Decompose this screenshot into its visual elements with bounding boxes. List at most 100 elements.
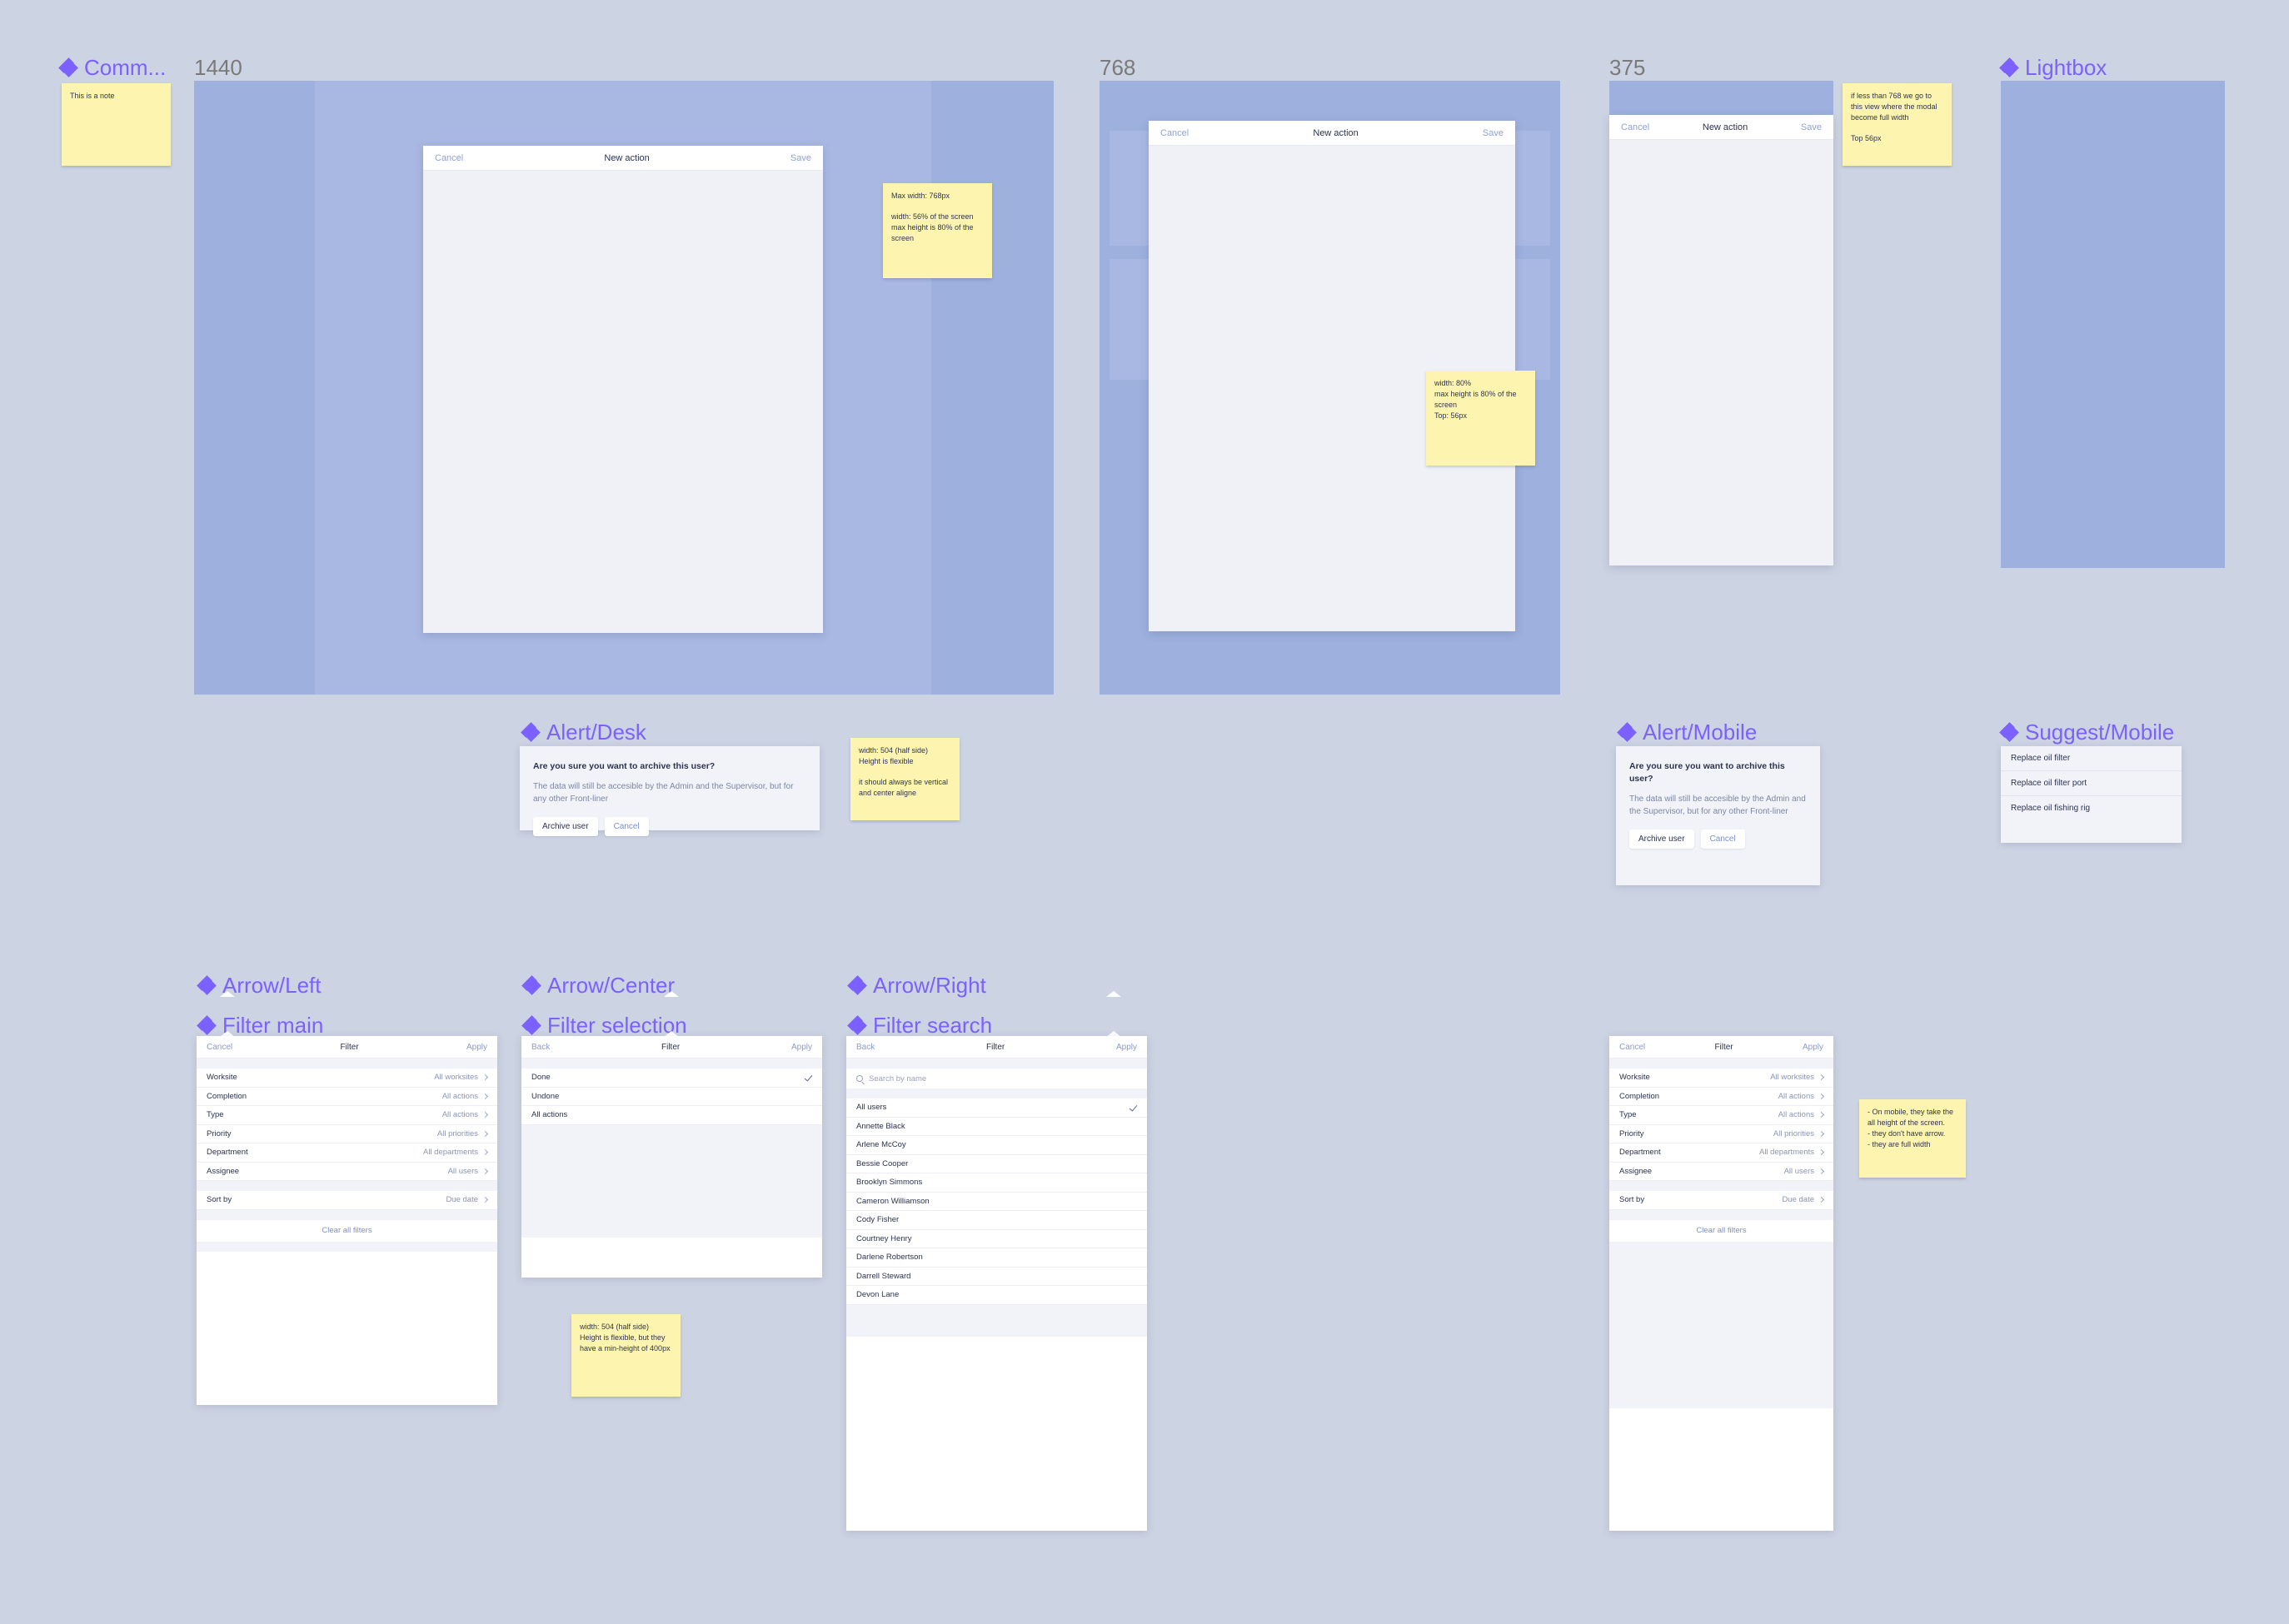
filter-apply-button[interactable]: Apply [1803,1043,1823,1052]
modal-new-action-mobile[interactable]: Cancel New action Save [1609,115,1833,565]
panel-empty-area [521,1124,822,1238]
sticky-note-tablet-modal[interactable]: width: 80% max height is 80% of the scre… [1426,371,1535,466]
option-label: Done [531,1073,551,1083]
filter-search-panel[interactable]: Back Filter Apply Search by name All use… [846,1036,1147,1531]
filter-selection-panel[interactable]: Back Filter Apply Done Undone All action… [521,1036,822,1278]
list-item[interactable]: Replace oil filter port [2001,771,2182,796]
option-row-done[interactable]: Done [521,1069,822,1088]
component-label-comment[interactable]: Comm... [58,57,166,78]
list-item[interactable]: Arlene McCoy [846,1136,1147,1155]
figma-component-icon [197,975,217,995]
list-item[interactable]: Courtney Henry [846,1229,1147,1248]
archive-user-button[interactable]: Archive user [1629,829,1694,849]
list-item[interactable]: Annette Black [846,1117,1147,1136]
modal-cancel-button[interactable]: Cancel [435,153,463,163]
filter-row-label: Completion [1619,1091,1660,1101]
filter-row-priority[interactable]: Priority All priorities [197,1124,497,1143]
list-item[interactable]: Cameron Williamson [846,1192,1147,1211]
filter-row-worksite[interactable]: Worksite All worksites [1609,1069,1833,1088]
filter-row-worksite[interactable]: Worksite All worksites [197,1069,497,1088]
filter-row-completion[interactable]: Completion All actions [1609,1087,1833,1106]
panel-header: Back Filter Apply [846,1036,1147,1059]
filter-row-assignee[interactable]: Assignee All users [197,1162,497,1181]
sticky-note-filter[interactable]: width: 504 (half side) Height is flexibl… [571,1314,681,1397]
filter-row-type[interactable]: Type All actions [1609,1106,1833,1125]
component-label-arrow-center[interactable]: Arrow/Center [521,973,676,998]
sticky-note-mobile-filter[interactable]: - On mobile, they take the all height of… [1859,1099,1966,1178]
option-label: All actions [531,1110,568,1120]
list-item[interactable]: Darrell Steward [846,1267,1147,1286]
note-line: max height is 80% of the screen [891,223,974,243]
note-line: width: 56% of the screen [891,212,974,222]
modal-cancel-button[interactable]: Cancel [1160,128,1189,138]
modal-header: Cancel New action Save [1149,121,1515,146]
list-item[interactable]: Darlene Robertson [846,1248,1147,1268]
panel-spacer [846,1059,1147,1069]
alert-dialog-mobile[interactable]: Are you sure you want to archive this us… [1616,746,1820,885]
check-icon [805,1074,812,1081]
search-input[interactable]: Search by name [846,1069,1147,1088]
check-icon [1130,1104,1137,1111]
component-label-alert-mobile[interactable]: Alert/Mobile [1617,721,1757,743]
component-label-suggest-mobile[interactable]: Suggest/Mobile [1999,721,2174,743]
filter-row-completion[interactable]: Completion All actions [197,1087,497,1106]
filter-row-value: All worksites [1770,1073,1814,1083]
option-row-undone[interactable]: Undone [521,1087,822,1106]
component-label-arrow-left[interactable]: Arrow/Left [197,974,322,996]
filter-row-department[interactable]: Department All departments [1609,1143,1833,1163]
filter-apply-button[interactable]: Apply [1116,1043,1137,1052]
chevron-right-icon [1818,1149,1825,1156]
filter-row-sort-by[interactable]: Sort by Due date [1609,1191,1833,1210]
alert-cancel-button[interactable]: Cancel [604,817,649,837]
list-item[interactable]: Cody Fisher [846,1211,1147,1230]
chevron-right-icon [1818,1168,1825,1174]
filter-cancel-button[interactable]: Cancel [1619,1043,1645,1052]
filter-main-panel[interactable]: Cancel Filter Apply Worksite All worksit… [197,1036,497,1405]
list-item[interactable]: Bessie Cooper [846,1154,1147,1173]
sticky-note-alert[interactable]: width: 504 (half side) Height is flexibl… [850,738,960,820]
filter-row-type[interactable]: Type All actions [197,1106,497,1125]
component-label-filter-search[interactable]: Filter search [847,1014,992,1036]
frame-name-768: 768 [1100,55,1136,80]
alert-cancel-button[interactable]: Cancel [1700,829,1745,849]
component-label-filter-main[interactable]: Filter main [197,1014,323,1036]
filter-apply-button[interactable]: Apply [791,1043,812,1052]
option-row-all-actions[interactable]: All actions [521,1106,822,1125]
modal-cancel-button[interactable]: Cancel [1621,122,1649,132]
component-label-filter-selection[interactable]: Filter selection [521,1014,687,1036]
alert-dialog-desktop[interactable]: Are you sure you want to archive this us… [520,746,820,837]
filter-cancel-button[interactable]: Cancel [207,1043,232,1052]
sticky-note-mobile-modal[interactable]: if less than 768 we go to this view wher… [1843,83,1952,166]
option-label: Devon Lane [856,1290,900,1300]
sticky-note-desktop-modal[interactable]: Max width: 768px width: 56% of the scree… [883,183,992,278]
archive-user-button[interactable]: Archive user [533,817,598,837]
list-item[interactable]: Replace oil filter [2001,746,2182,771]
clear-all-filters-button[interactable]: Clear all filters [197,1219,497,1242]
clear-all-filters-button[interactable]: Clear all filters [1609,1219,1833,1242]
filter-row-sort-by[interactable]: Sort by Due date [197,1191,497,1210]
list-item[interactable]: Replace oil fishing rig [2001,796,2182,820]
suggest-list-mobile[interactable]: Replace oil filter Replace oil filter po… [2001,746,2182,843]
modal-save-button[interactable]: Save [1483,128,1504,138]
modal-save-button[interactable]: Save [1801,122,1822,132]
filter-apply-button[interactable]: Apply [466,1043,487,1052]
filter-row-priority[interactable]: Priority All priorities [1609,1124,1833,1143]
list-item[interactable]: Brooklyn Simmons [846,1173,1147,1193]
component-label-alert-desk[interactable]: Alert/Desk [521,721,646,743]
filter-back-button[interactable]: Back [856,1043,875,1052]
component-label-lightbox[interactable]: Lightbox [1999,57,2107,78]
panel-spacer [197,1209,497,1220]
modal-save-button[interactable]: Save [790,153,811,163]
modal-new-action-desktop[interactable]: Cancel New action Save [423,146,823,633]
sticky-note-comment[interactable]: This is a note [62,83,171,166]
option-row-all-users[interactable]: All users [846,1098,1147,1118]
filter-main-panel-mobile[interactable]: Cancel Filter Apply Worksite All worksit… [1609,1036,1833,1531]
note-line: Top: 56px [1434,411,1468,421]
list-item[interactable]: Devon Lane [846,1286,1147,1305]
filter-row-assignee[interactable]: Assignee All users [1609,1162,1833,1181]
component-label-text: Arrow/Right [873,973,986,998]
filter-back-button[interactable]: Back [531,1043,550,1052]
component-label-arrow-right[interactable]: Arrow/Right [847,973,986,998]
component-label-text: Arrow/Center [547,973,676,998]
filter-row-department[interactable]: Department All departments [197,1143,497,1163]
